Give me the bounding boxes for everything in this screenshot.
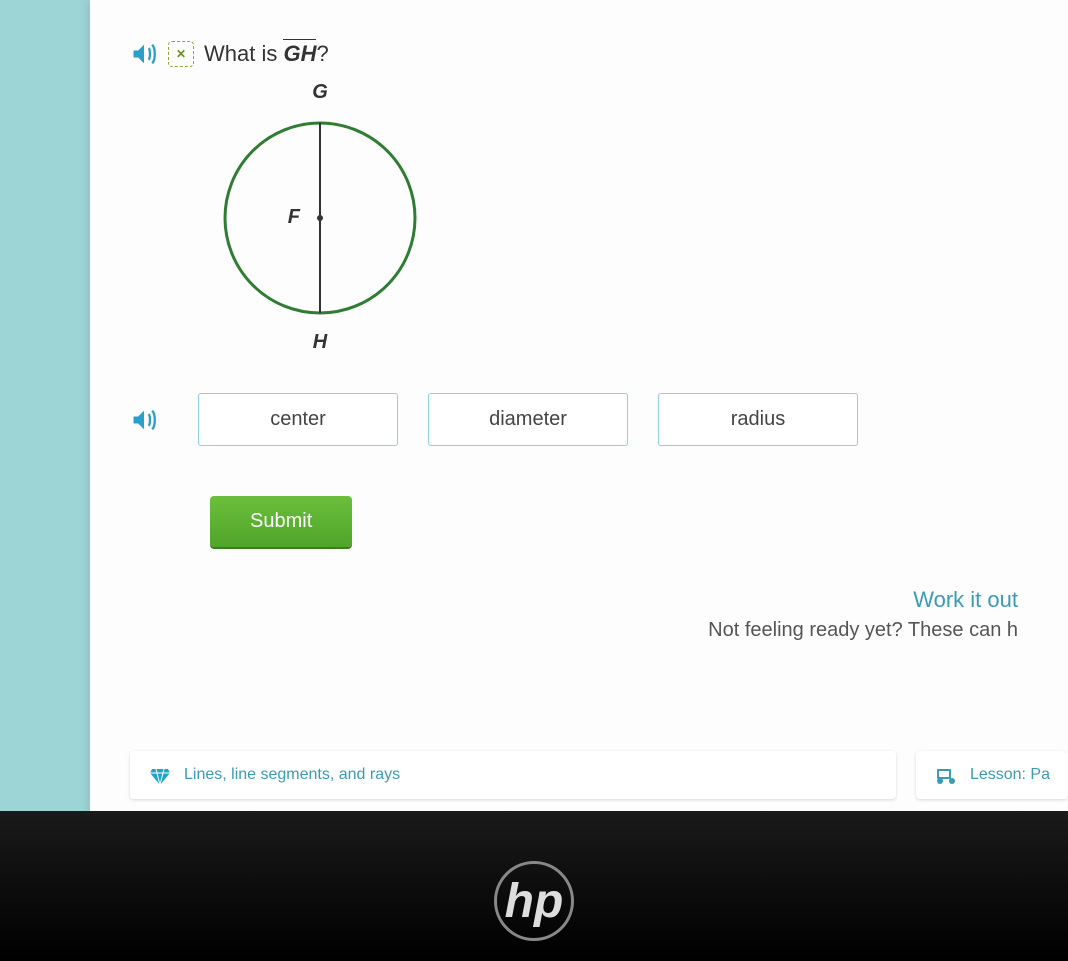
work-it-out-section: Work it out Not feeling ready yet? These… — [130, 587, 1028, 642]
lesson-icon — [934, 763, 958, 787]
answers-row: center diameter radius — [130, 393, 1028, 446]
brand-text: hp — [505, 874, 564, 929]
label-h: H — [313, 331, 328, 353]
related-lines-label: Lines, line segments, and rays — [184, 766, 400, 784]
answer-option-diameter[interactable]: diameter — [428, 393, 628, 446]
work-it-out-title[interactable]: Work it out — [130, 587, 1018, 613]
answer-option-radius[interactable]: radius — [658, 393, 858, 446]
question-text: What is GH? — [204, 41, 329, 67]
related-row: Lines, line segments, and rays Lesson: P… — [130, 751, 1068, 799]
gem-icon — [148, 763, 172, 787]
submit-button[interactable]: Submit — [210, 496, 352, 547]
question-suffix: ? — [316, 41, 328, 66]
question-prefix: What is — [204, 41, 283, 66]
audio-answers-icon[interactable] — [130, 406, 158, 434]
related-lesson-label: Lesson: Pa — [970, 766, 1050, 784]
hp-logo: hp — [494, 861, 574, 941]
related-lines-card[interactable]: Lines, line segments, and rays — [130, 751, 896, 799]
work-it-out-subtitle: Not feeling ready yet? These can h — [130, 619, 1018, 642]
audio-icon[interactable] — [130, 40, 158, 68]
label-f: F — [288, 206, 301, 228]
circle-diagram: G F H — [220, 78, 1028, 363]
answer-option-center[interactable]: center — [198, 393, 398, 446]
question-header: ✕ What is GH? — [130, 40, 1028, 68]
related-lesson-card[interactable]: Lesson: Pa — [916, 751, 1068, 799]
laptop-bezel: hp — [0, 811, 1068, 961]
label-g: G — [312, 81, 328, 103]
translate-icon[interactable]: ✕ — [168, 41, 194, 67]
question-card: ✕ What is GH? G F H center diameter radi… — [90, 0, 1068, 811]
segment-label: GH — [283, 41, 316, 66]
